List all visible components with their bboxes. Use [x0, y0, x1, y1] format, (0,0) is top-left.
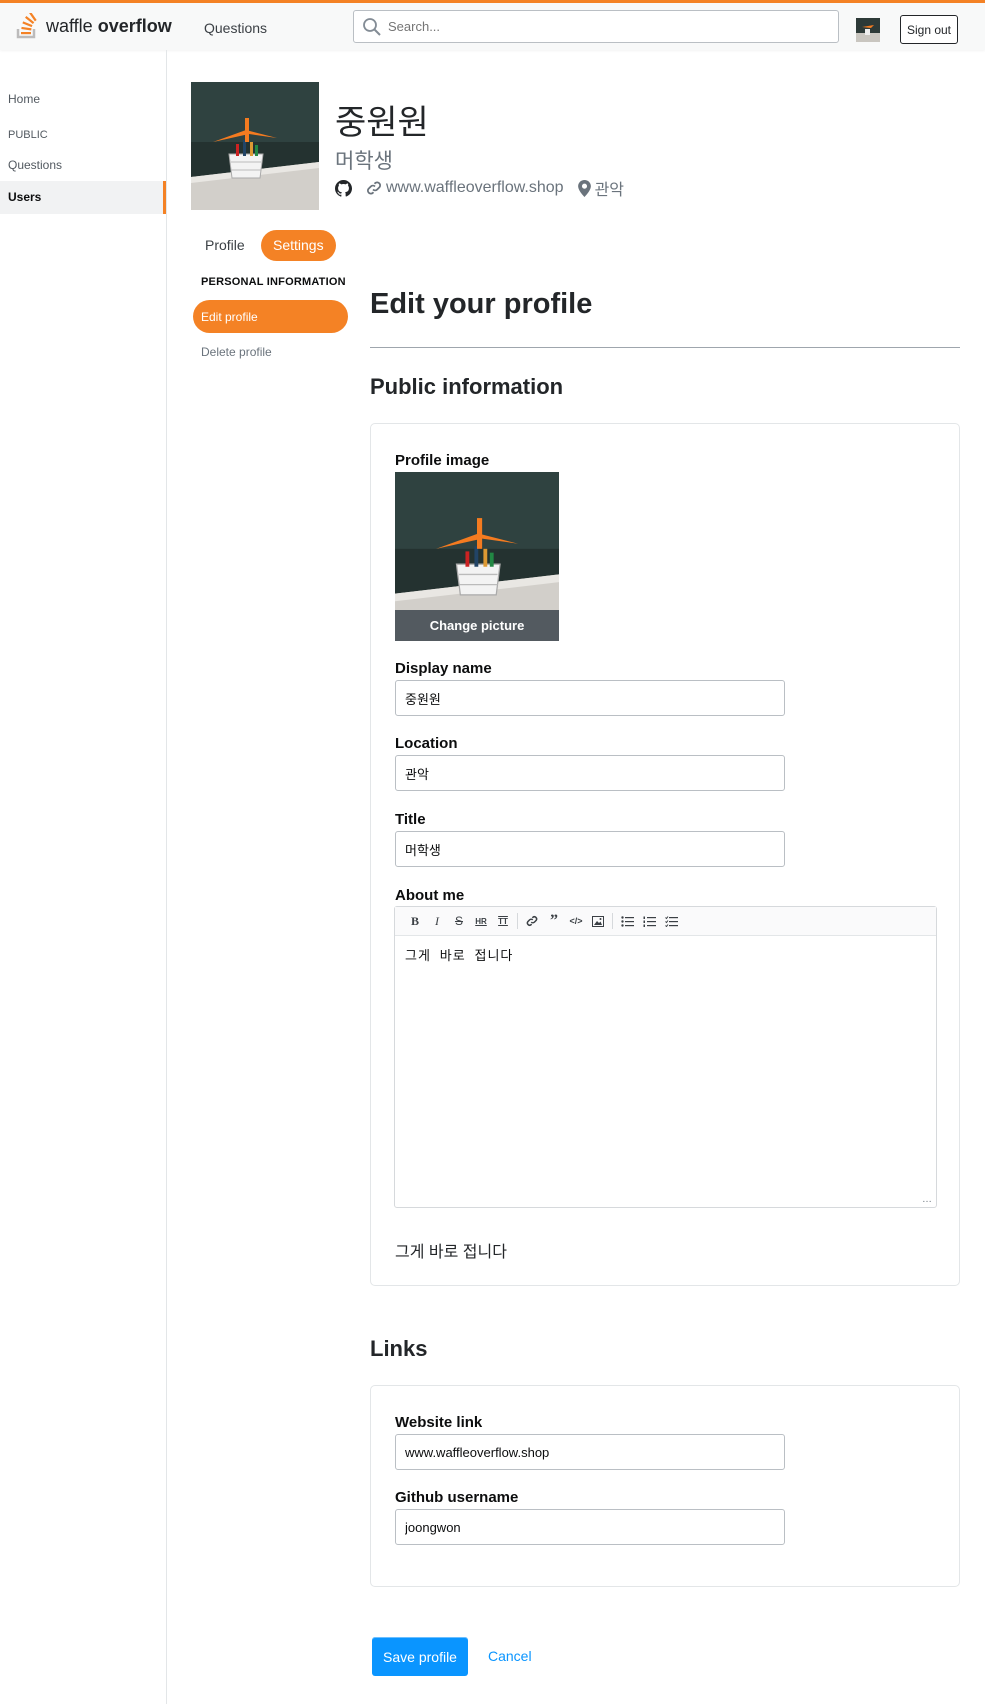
- task-list-icon[interactable]: [660, 910, 682, 932]
- divider: [370, 347, 960, 348]
- about-me-textarea[interactable]: 그게 바로 접니다: [405, 945, 513, 964]
- change-picture-button[interactable]: Change picture: [395, 610, 559, 641]
- github-meta[interactable]: [335, 179, 352, 197]
- public-info-heading: Public information: [370, 374, 564, 399]
- sidebar-item-questions[interactable]: Questions: [8, 158, 62, 172]
- title-input[interactable]: [395, 831, 785, 867]
- link-icon: [367, 181, 381, 195]
- about-me-label: About me: [395, 887, 465, 904]
- about-me-editor[interactable]: B I S HR TT ” </> 그게 바로 접니다 …: [394, 906, 937, 1208]
- settings-nav-edit-profile[interactable]: Edit profile: [193, 300, 348, 333]
- profile-meta: www.waffleoverflow.shop 관악: [335, 176, 632, 200]
- user-avatar[interactable]: [856, 18, 880, 42]
- heading-icon[interactable]: TT: [492, 910, 514, 932]
- display-name-input[interactable]: [395, 680, 785, 716]
- bold-icon[interactable]: B: [404, 910, 426, 932]
- settings-nav-heading: PERSONAL INFORMATION: [201, 276, 346, 288]
- image-icon[interactable]: [587, 910, 609, 932]
- sidebar-item-home[interactable]: Home: [8, 92, 40, 106]
- search-box[interactable]: [353, 10, 839, 43]
- links-heading: Links: [370, 1336, 428, 1361]
- tab-settings[interactable]: Settings: [261, 230, 336, 261]
- logo[interactable]: waffle overflow: [16, 11, 172, 41]
- github-icon: [335, 179, 352, 197]
- link-icon[interactable]: [521, 910, 543, 932]
- tab-profile[interactable]: Profile: [193, 230, 257, 261]
- location-meta: 관악: [577, 176, 625, 200]
- numbered-list-icon[interactable]: [638, 910, 660, 932]
- search-icon: [363, 18, 381, 36]
- display-name-label: Display name: [395, 660, 492, 677]
- sidebar-section-public: PUBLIC: [8, 129, 48, 141]
- sign-out-button[interactable]: Sign out: [900, 15, 958, 44]
- save-profile-button[interactable]: Save profile: [372, 1637, 468, 1676]
- location-input[interactable]: [395, 755, 785, 791]
- location-text: 관악: [594, 182, 625, 199]
- page-title: Edit your profile: [370, 288, 593, 320]
- title-label: Title: [395, 811, 426, 828]
- sidebar-item-users[interactable]: Users: [0, 181, 166, 214]
- code-icon[interactable]: </>: [565, 910, 587, 932]
- nav-questions-link[interactable]: Questions: [204, 20, 267, 36]
- website-text: www.waffleoverflow.shop: [386, 179, 564, 196]
- left-sidebar: Home PUBLIC Questions: [0, 50, 167, 1704]
- bullet-list-icon[interactable]: [616, 910, 638, 932]
- brand-name-bold: overflow: [97, 15, 172, 36]
- website-link-label: Website link: [395, 1414, 483, 1431]
- location-pin-icon: [577, 179, 591, 197]
- hr-icon[interactable]: HR: [470, 910, 492, 932]
- profile-avatar: [191, 82, 319, 210]
- settings-nav-delete-profile[interactable]: Delete profile: [201, 345, 272, 359]
- quote-icon[interactable]: ”: [543, 910, 565, 932]
- resize-grip-icon[interactable]: …: [922, 1194, 932, 1205]
- cancel-link[interactable]: Cancel: [488, 1648, 532, 1664]
- stack-logo-icon: [16, 13, 37, 39]
- editor-toolbar: B I S HR TT ” </>: [395, 907, 936, 936]
- toolbar-separator: [612, 913, 613, 929]
- search-input[interactable]: [388, 11, 828, 42]
- about-me-preview: 그게 바로 접니다: [395, 1244, 507, 1261]
- profile-image-preview: Change picture: [395, 472, 559, 641]
- toolbar-separator: [517, 913, 518, 929]
- profile-name: 중원원: [335, 104, 429, 142]
- profile-title: 머학생: [335, 150, 393, 173]
- strikethrough-icon[interactable]: S: [448, 910, 470, 932]
- top-bar: waffle overflow Questions Sign out: [0, 0, 985, 50]
- website-meta[interactable]: www.waffleoverflow.shop: [366, 179, 564, 197]
- website-link-input[interactable]: [395, 1434, 785, 1470]
- location-label: Location: [395, 735, 458, 752]
- brand-name-light: waffle: [46, 15, 93, 36]
- profile-image-label: Profile image: [395, 452, 490, 469]
- github-username-label: Github username: [395, 1489, 519, 1506]
- github-username-input[interactable]: [395, 1509, 785, 1545]
- italic-icon[interactable]: I: [426, 910, 448, 932]
